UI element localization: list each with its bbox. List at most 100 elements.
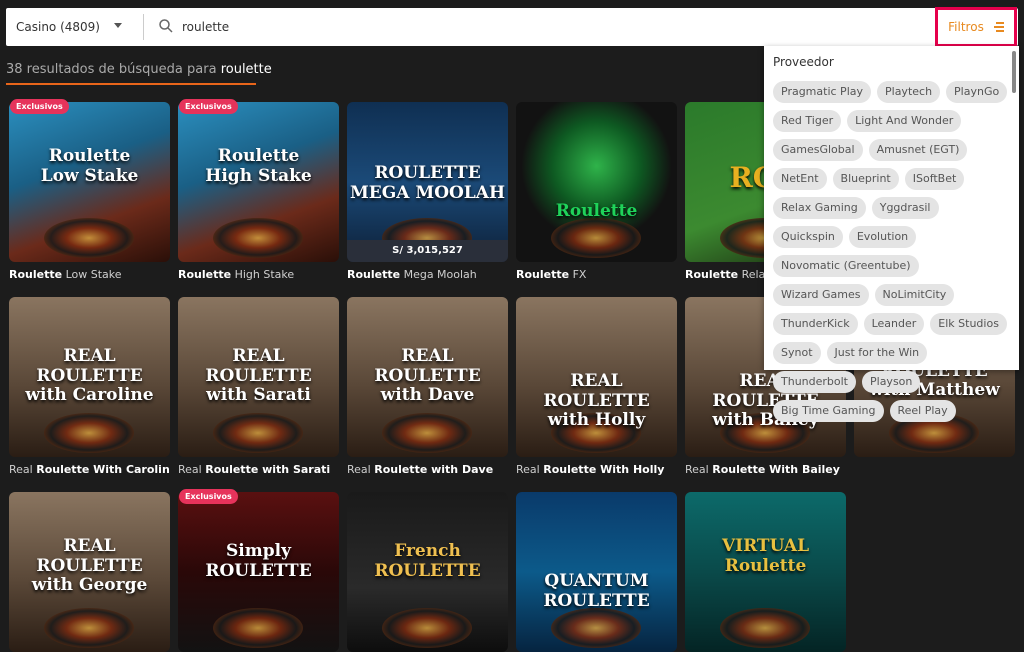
provider-chip[interactable]: Quickspin [773,226,843,248]
provider-chip[interactable]: Blueprint [832,168,899,190]
provider-chip[interactable]: Elk Studios [930,313,1007,335]
game-art-title: French ROULETTE [374,541,481,581]
game-caption[interactable]: Real Roulette With Bailey [685,463,846,476]
filters-label: Filtros [948,20,984,34]
game-tile[interactable]: Roulette Roulette FX [516,102,677,281]
provider-chip[interactable]: ISoftBet [904,168,965,190]
exclusive-badge: Exclusivos [179,489,238,504]
game-tile[interactable]: Roulette High Stake Exclusivos Roulette Hi… [178,99,339,281]
caption-part-a: Roulette [9,268,63,281]
provider-filter-panel: Proveedor Pragmatic Play Playtech PlaynGo R… [764,46,1019,422]
provider-chip[interactable]: Thunderbolt [773,371,856,393]
game-thumbnail[interactable]: Roulette Low Stake [9,102,170,262]
game-art-title: REAL ROULETTE with Caroline [25,346,154,406]
game-tile[interactable]: REAL ROULETTE with George [9,492,170,652]
roulette-wheel-icon [213,608,303,648]
game-tile[interactable]: REAL ROULETTE with Caroline Real Roulette… [9,297,170,476]
game-tile[interactable]: French ROULETTE [347,492,508,652]
game-thumbnail[interactable]: QUANTUM ROULETTE [516,492,677,652]
results-prefix: 38 resultados de búsqueda para [6,62,217,77]
caption-part-b: Roulette With Holly [543,463,665,476]
game-tile[interactable]: Roulette Low Stake Exclusivos Roulette Low… [9,99,170,281]
game-thumbnail[interactable]: Roulette [516,102,677,262]
caption-part-a: Roulette [178,268,232,281]
provider-chip[interactable]: Relax Gaming [773,197,866,219]
roulette-wheel-icon [551,608,641,648]
game-art-title: Roulette Low Stake [40,146,139,186]
roulette-wheel-icon [382,413,472,453]
game-thumbnail[interactable]: ROULETTE MEGA MOOLAH S/ 3,015,527 [347,102,508,262]
caption-part-b: Roulette With Caroline [36,463,170,476]
provider-chip[interactable]: Light And Wonder [847,110,962,132]
provider-chip[interactable]: Leander [863,313,925,335]
jackpot-amount: S/ 3,015,527 [347,240,508,262]
caption-part-a: Real [516,463,544,476]
results-term: roulette [220,62,272,77]
caption-part-a: Real [347,463,375,476]
provider-chip[interactable]: Just for the Win [826,342,928,364]
provider-chip[interactable]: Wizard Games [773,284,869,306]
provider-chip[interactable]: NetEnt [773,168,827,190]
category-select[interactable]: Casino (4809) [16,8,100,46]
provider-chip[interactable]: Pragmatic Play [773,81,871,103]
search-bar: Casino (4809) Filtros [6,7,1018,47]
game-thumbnail[interactable]: Simply ROULETTE [178,492,339,652]
game-thumbnail[interactable]: REAL ROULETTE with Sarati [178,297,339,457]
provider-chip[interactable]: Synot [773,342,821,364]
caption-part-b: FX [569,268,587,281]
scrollbar[interactable] [1012,51,1016,93]
provider-chip[interactable]: Playson [862,371,921,393]
provider-chip[interactable]: Amusnet (EGT) [868,139,968,161]
provider-chip[interactable]: Novomatic (Greentube) [773,255,919,277]
game-tile[interactable]: REAL ROULETTE with Sarati Real Roulette w… [178,297,339,476]
game-tile[interactable]: REAL ROULETTE with Dave Real Roulette wit… [347,297,508,476]
filters-button[interactable]: Filtros [935,7,1017,47]
provider-chip[interactable]: ThunderKick [773,313,858,335]
exclusive-badge: Exclusivos [10,99,69,114]
divider [143,14,144,40]
search-input[interactable] [182,8,682,46]
game-thumbnail[interactable]: VIRTUAL Roulette [685,492,846,652]
game-tile[interactable]: QUANTUM ROULETTE [516,492,677,652]
game-thumbnail[interactable]: REAL ROULETTE with Dave [347,297,508,457]
provider-chip[interactable]: Yggdrasil [871,197,939,219]
provider-chip[interactable]: GamesGlobal [773,139,863,161]
game-caption[interactable]: Roulette FX [516,268,677,281]
game-caption[interactable]: Roulette Mega Moolah [347,268,508,281]
chevron-down-icon[interactable] [114,23,122,28]
caption-part-a: Roulette [347,268,401,281]
game-thumbnail[interactable]: French ROULETTE [347,492,508,652]
game-tile[interactable]: REAL ROULETTE with Holly Real Roulette Wi… [516,297,677,476]
game-tile[interactable]: VIRTUAL Roulette [685,492,846,652]
provider-chip[interactable]: NoLimitCity [874,284,955,306]
roulette-wheel-icon [213,413,303,453]
roulette-wheel-icon [551,218,641,258]
game-caption[interactable]: Roulette High Stake [178,268,339,281]
game-tile[interactable]: ROULETTE MEGA MOOLAH S/ 3,015,527 Roulette… [347,102,508,281]
game-thumbnail[interactable]: REAL ROULETTE with George [9,492,170,652]
game-caption[interactable]: Real Roulette With Holly [516,463,677,476]
game-caption[interactable]: Real Roulette with Dave [347,463,508,476]
provider-chip[interactable]: Playtech [877,81,941,103]
caption-part-a: Real [685,463,713,476]
game-tile[interactable]: Simply ROULETTE Exclusivos [178,489,339,652]
game-art-title: Roulette High Stake [205,146,312,186]
search-icon [159,19,173,33]
game-thumbnail[interactable]: REAL ROULETTE with Holly [516,297,677,457]
provider-chip[interactable]: Reel Play [889,400,956,422]
provider-chip[interactable]: Red Tiger [773,110,842,132]
provider-chip[interactable]: Evolution [848,226,917,248]
game-caption[interactable]: Real Roulette with Sarati [178,463,339,476]
game-art-title: REAL ROULETTE with Dave [374,346,481,406]
provider-chip[interactable]: Big Time Gaming [773,400,884,422]
game-caption[interactable]: Roulette Low Stake [9,268,170,281]
roulette-wheel-icon [44,218,134,258]
caption-part-b: Roulette with Sarati [205,463,331,476]
game-art-title: REAL ROULETTE with Sarati [205,346,312,406]
game-art-title: QUANTUM ROULETTE [543,571,650,611]
game-caption[interactable]: Real Roulette With Caroline [9,463,170,476]
game-thumbnail[interactable]: Roulette High Stake [178,102,339,262]
game-thumbnail[interactable]: REAL ROULETTE with Caroline [9,297,170,457]
provider-chip[interactable]: PlaynGo [946,81,1008,103]
caption-part-b: Roulette with Dave [374,463,494,476]
